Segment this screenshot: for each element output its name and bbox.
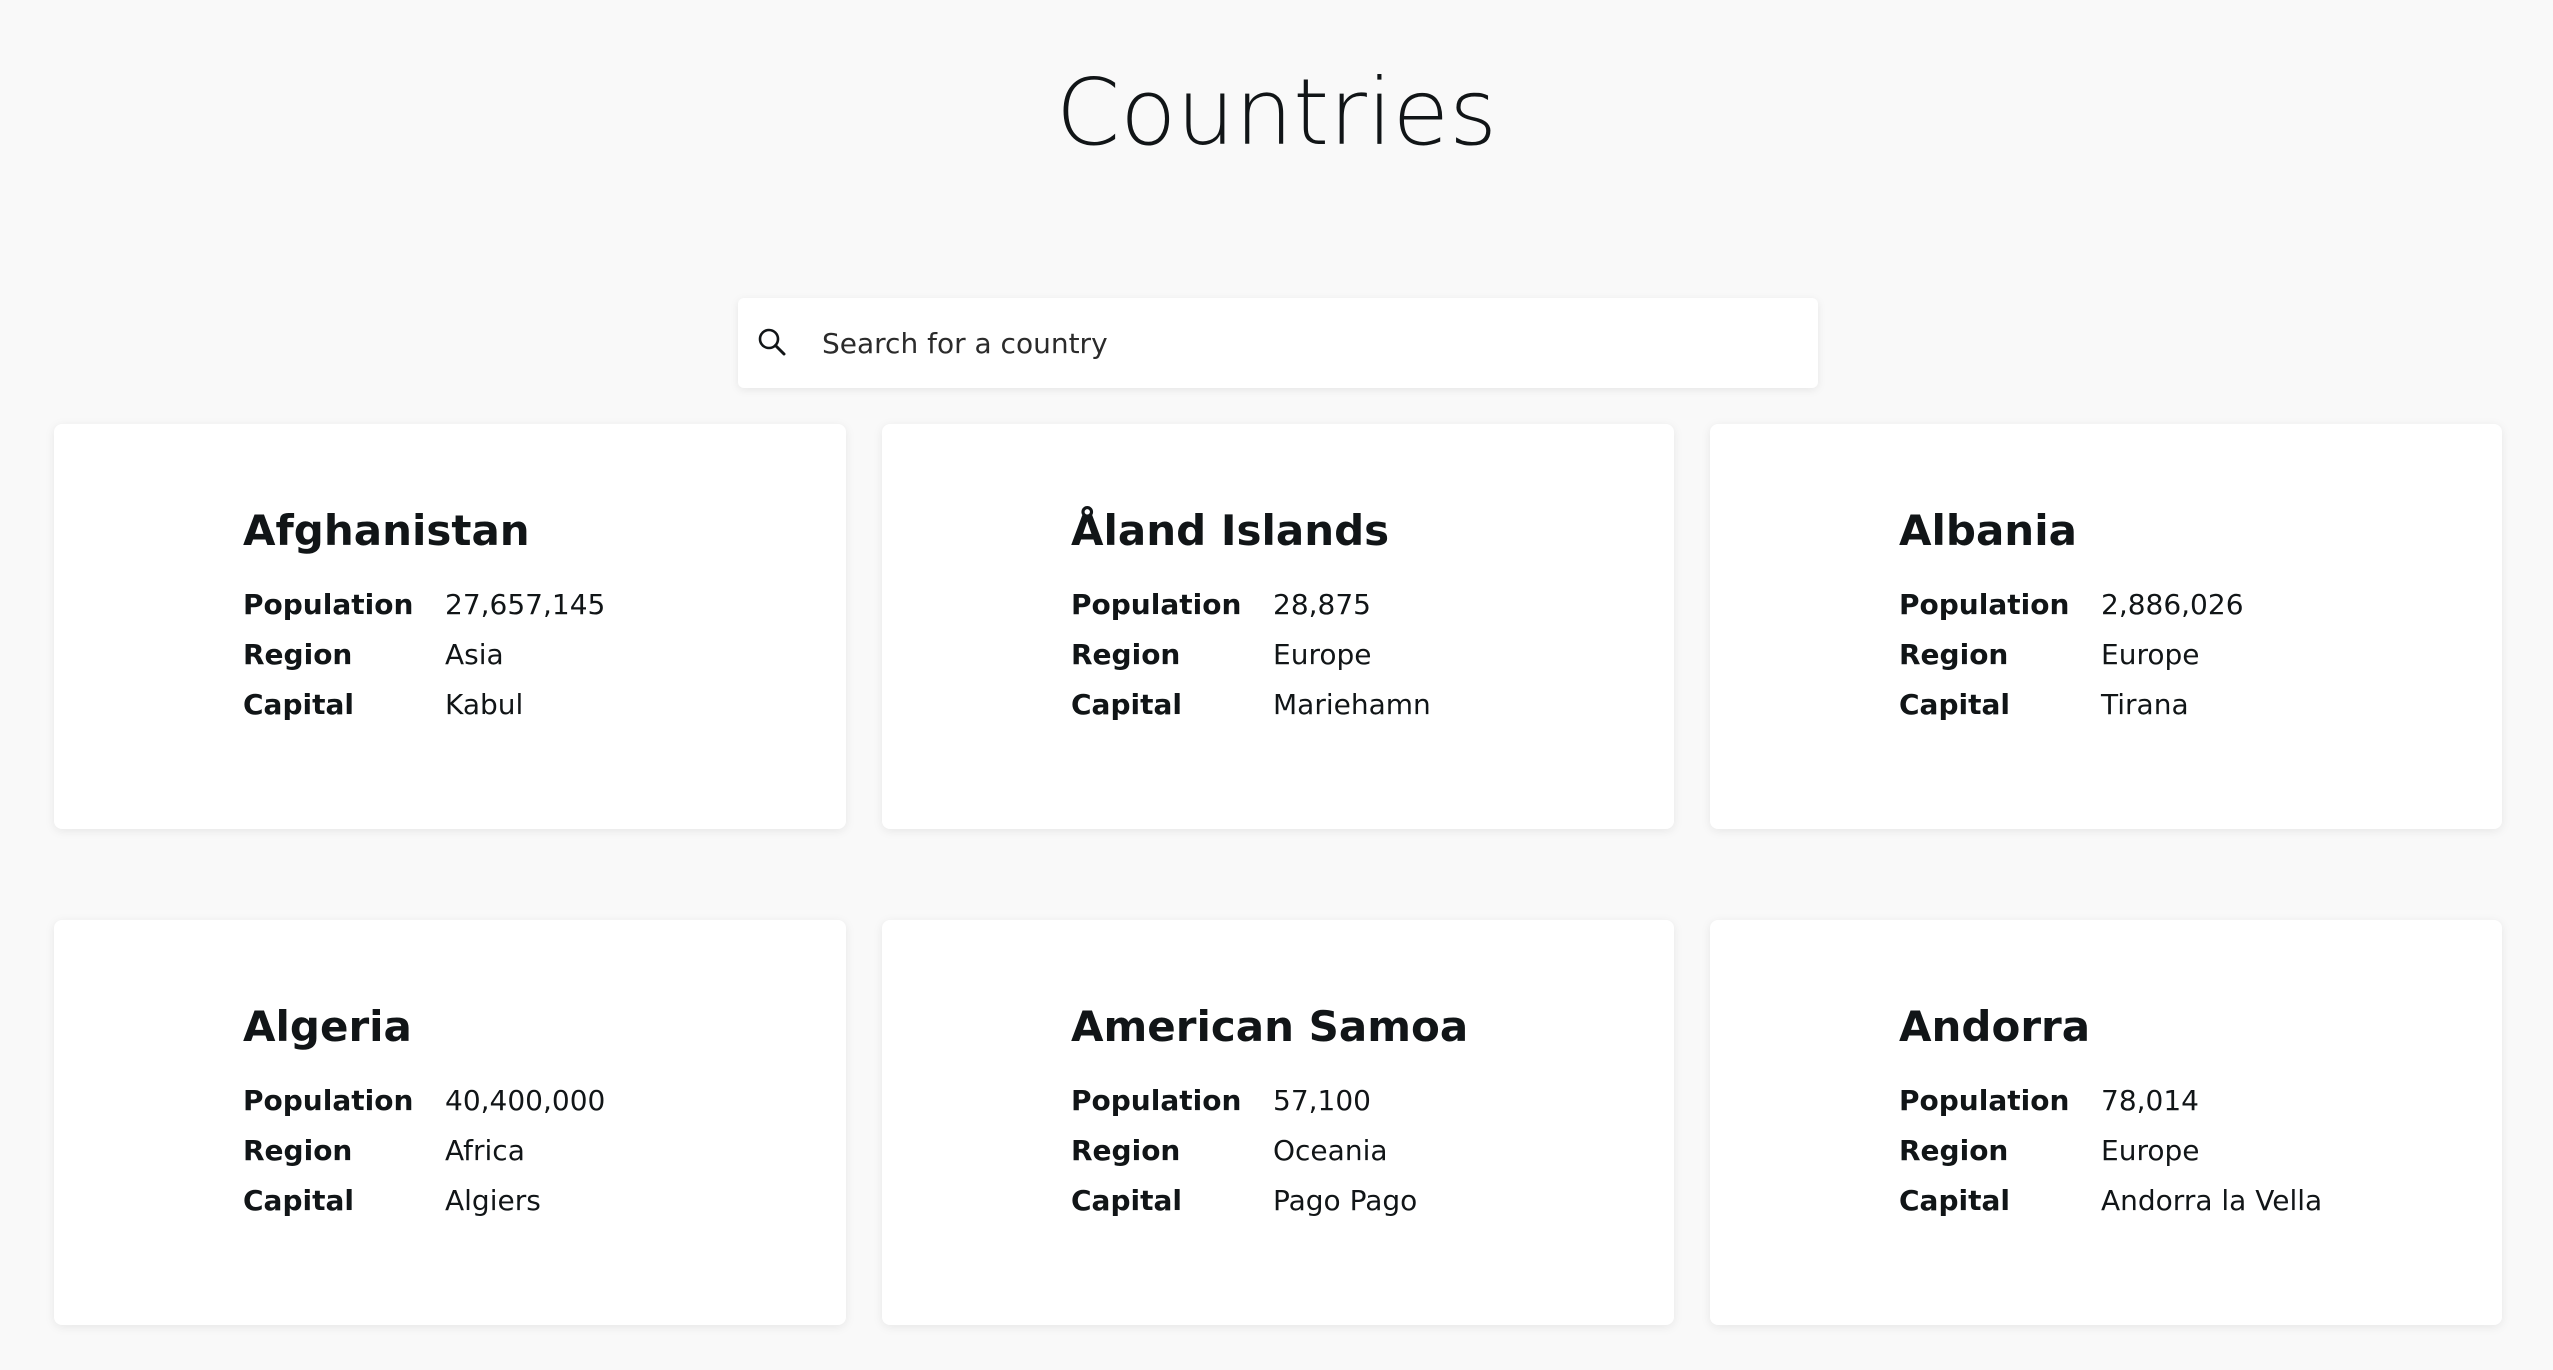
population-row: Population 78,014 <box>1899 1076 2322 1126</box>
region-row: Region Europe <box>1899 630 2244 680</box>
region-value: Europe <box>2101 638 2200 672</box>
country-name: Algeria <box>243 1002 412 1051</box>
country-card-algeria[interactable]: Algeria Population 40,400,000 Region Afr… <box>54 920 846 1325</box>
population-label: Population <box>243 1084 414 1118</box>
region-label: Region <box>243 638 353 672</box>
capital-label: Capital <box>1899 1184 2010 1218</box>
population-label: Population <box>1071 588 1242 622</box>
population-label: Population <box>1899 588 2070 622</box>
region-value: Oceania <box>1273 1134 1388 1168</box>
population-value: 78,014 <box>2101 1084 2199 1118</box>
capital-label: Capital <box>243 688 354 722</box>
population-value: 27,657,145 <box>445 588 606 622</box>
search-input[interactable] <box>822 298 1782 388</box>
capital-value: Algiers <box>445 1184 541 1218</box>
country-name: Afghanistan <box>243 506 530 555</box>
population-value: 28,875 <box>1273 588 1371 622</box>
capital-value: Pago Pago <box>1273 1184 1418 1218</box>
population-label: Population <box>243 588 414 622</box>
capital-row: Capital Pago Pago <box>1071 1176 1468 1226</box>
population-label: Population <box>1071 1084 1242 1118</box>
country-name: Albania <box>1899 506 2077 555</box>
population-row: Population 27,657,145 <box>243 580 605 630</box>
card-body: Albania Population 2,886,026 Region Euro… <box>1899 506 2244 730</box>
card-body: Afghanistan Population 27,657,145 Region… <box>243 506 605 730</box>
capital-value: Kabul <box>445 688 524 722</box>
capital-value: Tirana <box>2101 688 2189 722</box>
population-row: Population 57,100 <box>1071 1076 1468 1126</box>
region-label: Region <box>1899 1134 2009 1168</box>
card-body: American Samoa Population 57,100 Region … <box>1071 1002 1468 1226</box>
region-value: Europe <box>2101 1134 2200 1168</box>
capital-row: Capital Algiers <box>243 1176 605 1226</box>
page-title: Countries <box>1055 59 1498 166</box>
capital-row: Capital Tirana <box>1899 680 2244 730</box>
capital-label: Capital <box>243 1184 354 1218</box>
region-value: Europe <box>1273 638 1372 672</box>
country-card-afghanistan[interactable]: Afghanistan Population 27,657,145 Region… <box>54 424 846 829</box>
region-value: Africa <box>445 1134 525 1168</box>
region-row: Region Africa <box>243 1126 605 1176</box>
region-row: Region Europe <box>1071 630 1431 680</box>
country-card-andorra[interactable]: Andorra Population 78,014 Region Europe … <box>1710 920 2502 1325</box>
region-row: Region Oceania <box>1071 1126 1468 1176</box>
card-body: Algeria Population 40,400,000 Region Afr… <box>243 1002 605 1226</box>
population-value: 2,886,026 <box>2101 588 2244 622</box>
region-value: Asia <box>445 638 504 672</box>
capital-value: Andorra la Vella <box>2101 1184 2323 1218</box>
capital-value: Mariehamn <box>1273 688 1431 722</box>
country-name: American Samoa <box>1071 1002 1469 1051</box>
card-body: Åland Islands Population 28,875 Region E… <box>1071 506 1431 730</box>
country-card-albania[interactable]: Albania Population 2,886,026 Region Euro… <box>1710 424 2502 829</box>
country-name: Andorra <box>1899 1002 2091 1051</box>
card-body: Andorra Population 78,014 Region Europe … <box>1899 1002 2322 1226</box>
population-row: Population 2,886,026 <box>1899 580 2244 630</box>
region-row: Region Europe <box>1899 1126 2322 1176</box>
population-value: 40,400,000 <box>445 1084 606 1118</box>
region-label: Region <box>1071 638 1181 672</box>
search-icon <box>756 326 790 360</box>
region-label: Region <box>243 1134 353 1168</box>
population-row: Population 40,400,000 <box>243 1076 605 1126</box>
capital-label: Capital <box>1071 1184 1182 1218</box>
region-row: Region Asia <box>243 630 605 680</box>
population-row: Population 28,875 <box>1071 580 1431 630</box>
country-card-american-samoa[interactable]: American Samoa Population 57,100 Region … <box>882 920 1674 1325</box>
capital-label: Capital <box>1071 688 1182 722</box>
population-label: Population <box>1899 1084 2070 1118</box>
capital-row: Capital Mariehamn <box>1071 680 1431 730</box>
region-label: Region <box>1899 638 2009 672</box>
capital-label: Capital <box>1899 688 2010 722</box>
region-label: Region <box>1071 1134 1181 1168</box>
country-name: Åland Islands <box>1071 506 1390 555</box>
capital-row: Capital Kabul <box>243 680 605 730</box>
population-value: 57,100 <box>1273 1084 1371 1118</box>
capital-row: Capital Andorra la Vella <box>1899 1176 2322 1226</box>
search-bar[interactable] <box>738 298 1818 388</box>
country-card-aland-islands[interactable]: Åland Islands Population 28,875 Region E… <box>882 424 1674 829</box>
